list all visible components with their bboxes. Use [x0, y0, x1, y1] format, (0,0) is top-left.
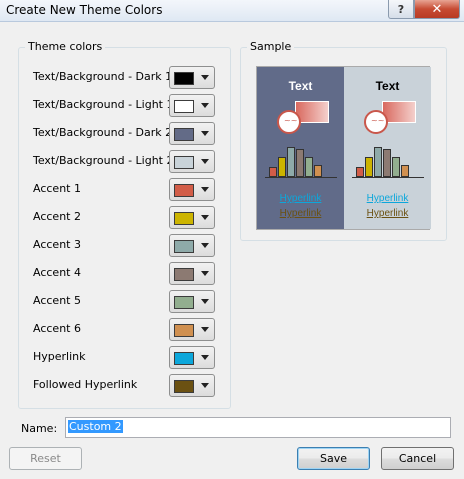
color-picker-button[interactable] — [169, 206, 215, 229]
color-swatch — [174, 380, 194, 393]
sample-light-hyperlink: Hyperlink — [366, 193, 409, 204]
theme-color-label: Text/Background - Light 1 — [33, 98, 174, 111]
color-swatch — [174, 352, 194, 365]
color-picker-button[interactable] — [169, 290, 215, 313]
chart-bar-accent-1 — [356, 167, 364, 177]
sample-circle-shape: ~~ — [277, 110, 301, 134]
color-picker-button[interactable] — [169, 374, 215, 397]
chart-bar-accent-2 — [278, 157, 286, 177]
help-button[interactable]: ? — [388, 0, 414, 19]
theme-colors-label: Theme colors — [25, 40, 106, 53]
theme-color-label: Text/Background - Light 2 — [33, 154, 174, 167]
circle-mark: ~~ — [284, 116, 298, 125]
chart-bar-accent-3 — [374, 147, 382, 177]
dropdown-arrow-icon — [201, 75, 209, 80]
chart-bar-accent-5 — [305, 157, 313, 177]
chart-bar-accent-1 — [269, 167, 277, 177]
name-input[interactable]: Custom 2 — [65, 417, 451, 438]
theme-color-label: Hyperlink — [33, 350, 86, 363]
dropdown-arrow-icon — [201, 383, 209, 388]
chart-bar-accent-4 — [296, 149, 304, 177]
sample-dark-followed-hyperlink: Hyperlink — [279, 208, 322, 219]
color-swatch — [174, 324, 194, 337]
color-swatch — [174, 156, 194, 169]
dropdown-arrow-icon — [201, 355, 209, 360]
sample-dark-panel: Text ~~ Hyperlink Hyperlink — [257, 67, 344, 229]
sample-light-panel: Text ~~ Hyperlink Hyperlink — [344, 67, 431, 229]
dropdown-arrow-icon — [201, 131, 209, 136]
theme-color-label: Accent 3 — [33, 238, 81, 251]
theme-color-label: Accent 6 — [33, 322, 81, 335]
chart-bar-accent-4 — [383, 149, 391, 177]
color-picker-button[interactable] — [169, 178, 215, 201]
reset-button[interactable]: Reset — [9, 447, 82, 470]
color-picker-button[interactable] — [169, 234, 215, 257]
color-swatch — [174, 268, 194, 281]
sample-dark-hyperlink: Hyperlink — [279, 193, 322, 204]
name-input-value: Custom 2 — [68, 420, 123, 433]
color-picker-button[interactable] — [169, 346, 215, 369]
chart-baseline — [352, 177, 424, 178]
color-swatch — [174, 296, 194, 309]
color-swatch — [174, 240, 194, 253]
chart-bar-accent-2 — [365, 157, 373, 177]
chart-bar-accent-6 — [314, 165, 322, 177]
dropdown-arrow-icon — [201, 159, 209, 164]
color-swatch — [174, 184, 194, 197]
dropdown-arrow-icon — [201, 187, 209, 192]
sample-dark-chart — [269, 143, 333, 177]
title-bar: Create New Theme Colors ? ✕ — [0, 0, 464, 22]
sample-light-title: Text — [375, 79, 400, 93]
chart-bar-accent-3 — [287, 147, 295, 177]
dropdown-arrow-icon — [201, 271, 209, 276]
chart-baseline — [265, 177, 337, 178]
chart-bar-accent-5 — [392, 157, 400, 177]
color-swatch — [174, 100, 194, 113]
sample-circle-shape: ~~ — [364, 110, 388, 134]
dropdown-arrow-icon — [201, 243, 209, 248]
sample-label: Sample — [247, 40, 295, 53]
color-picker-button[interactable] — [169, 150, 215, 173]
color-swatch — [174, 72, 194, 85]
color-picker-button[interactable] — [169, 66, 215, 89]
window-title: Create New Theme Colors — [6, 3, 163, 17]
color-swatch — [174, 128, 194, 141]
sample-light-chart — [356, 143, 420, 177]
cancel-button[interactable]: Cancel — [381, 447, 454, 470]
color-picker-button[interactable] — [169, 318, 215, 341]
close-button[interactable]: ✕ — [414, 0, 460, 19]
sample-light-followed-hyperlink: Hyperlink — [366, 208, 409, 219]
theme-color-label: Accent 4 — [33, 266, 81, 279]
theme-color-label: Text/Background - Dark 1 — [33, 70, 173, 83]
dropdown-arrow-icon — [201, 327, 209, 332]
theme-color-label: Accent 1 — [33, 182, 81, 195]
dropdown-arrow-icon — [201, 299, 209, 304]
color-picker-button[interactable] — [169, 94, 215, 117]
color-swatch — [174, 212, 194, 225]
color-picker-button[interactable] — [169, 122, 215, 145]
chart-bar-accent-6 — [401, 165, 409, 177]
theme-color-label: Accent 2 — [33, 210, 81, 223]
circle-mark: ~~ — [371, 116, 385, 125]
theme-color-label: Accent 5 — [33, 294, 81, 307]
theme-color-label: Text/Background - Dark 2 — [33, 126, 173, 139]
theme-color-label: Followed Hyperlink — [33, 378, 138, 391]
color-picker-button[interactable] — [169, 262, 215, 285]
name-label: Name: — [21, 422, 58, 435]
sample-dark-title: Text — [288, 79, 313, 93]
sample-preview: Text ~~ Hyperlink Hyperlink Text ~~ Hype… — [256, 66, 431, 230]
dropdown-arrow-icon — [201, 103, 209, 108]
dropdown-arrow-icon — [201, 215, 209, 220]
save-button[interactable]: Save — [297, 447, 370, 470]
